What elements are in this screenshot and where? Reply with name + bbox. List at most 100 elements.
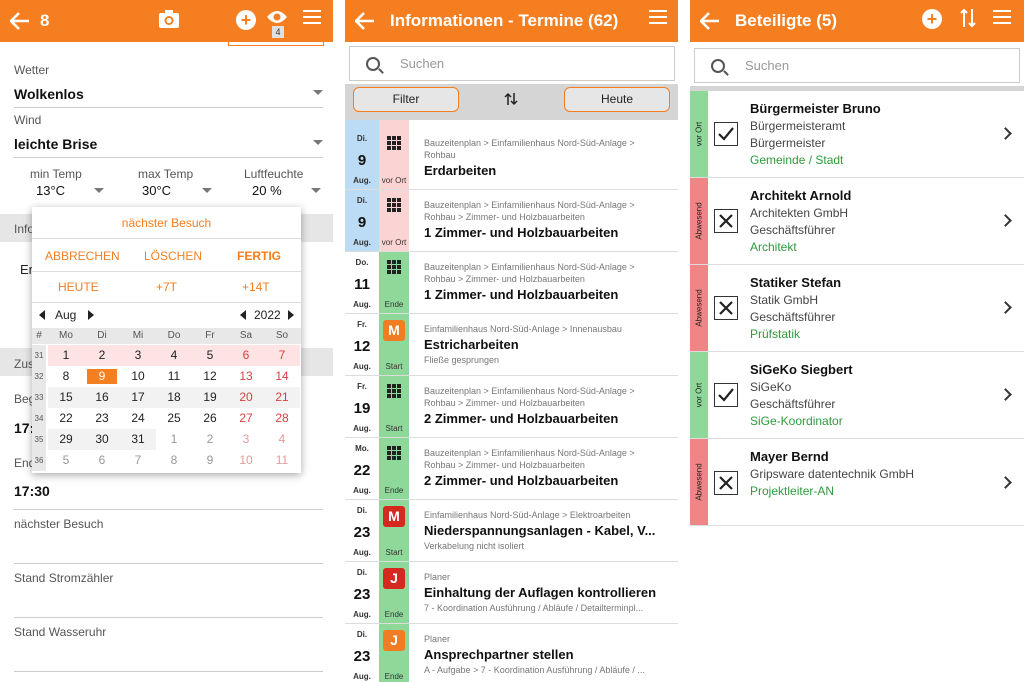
min-temp-value[interactable]: 13°C xyxy=(36,183,65,198)
calendar-day[interactable]: 31 xyxy=(120,429,156,450)
back-arrow-icon[interactable] xyxy=(351,7,379,35)
participant-row[interactable]: Abwesend Statiker Stefan Statik GmbH Geschä… xyxy=(690,265,1024,352)
calendar-day[interactable]: 11 xyxy=(156,366,192,387)
calendar-day[interactable]: 21 xyxy=(264,387,300,408)
calendar-day[interactable]: 1 xyxy=(48,345,84,366)
search-input[interactable]: Suchen xyxy=(694,48,1020,83)
menu-icon[interactable] xyxy=(303,10,321,24)
calendar-day[interactable]: 8 xyxy=(156,450,192,471)
camera-icon[interactable] xyxy=(158,9,180,34)
wind-dropdown-icon[interactable] xyxy=(313,140,323,145)
calendar-day[interactable]: 2 xyxy=(84,345,120,366)
calendar-day[interactable]: 11 xyxy=(264,450,300,471)
appointment-row[interactable]: Di. 23 Aug. J Ende Planer Ansprechpartner stel… xyxy=(345,624,678,682)
calendar-day[interactable]: 8 xyxy=(48,366,84,387)
calendar-day[interactable]: 2 xyxy=(192,429,228,450)
prev-month-icon[interactable] xyxy=(39,310,45,320)
appointment-row[interactable]: Fr. 19 Aug. Start Bauzeitenplan > Einfamilie… xyxy=(345,376,678,438)
back-arrow-icon[interactable] xyxy=(6,7,34,35)
search-input[interactable]: Suchen xyxy=(349,46,675,81)
humidity-value[interactable]: 20 % xyxy=(252,183,282,198)
wind-field[interactable]: Wind leichte Brise xyxy=(14,113,319,152)
appointment-row[interactable]: Fr. 12 Aug. M Start Einfamilienhaus Nord-Süd-… xyxy=(345,314,678,376)
calendar-day[interactable]: 3 xyxy=(228,429,264,450)
min-temp-dropdown-icon[interactable] xyxy=(94,188,104,193)
today-button[interactable]: HEUTE xyxy=(58,280,99,294)
attendance-checkbox[interactable] xyxy=(714,471,738,495)
calendar-day[interactable]: 23 xyxy=(84,408,120,429)
participant-row[interactable]: vor Ort SiGeKo Siegbert SiGeKo Geschäftsfüh… xyxy=(690,352,1024,439)
calendar-day[interactable]: 4 xyxy=(156,345,192,366)
calendar-day[interactable]: 6 xyxy=(228,345,264,366)
appointment-row[interactable]: Di. 23 Aug. J Ende Planer Einhaltung der Aufla… xyxy=(345,562,678,624)
add-participant-icon[interactable]: + xyxy=(922,9,942,29)
calendar-day[interactable]: 15 xyxy=(48,387,84,408)
delete-button[interactable]: LÖSCHEN xyxy=(144,249,202,263)
today-button[interactable]: Heute xyxy=(564,87,670,112)
calendar-day[interactable]: 25 xyxy=(156,408,192,429)
plus-7-days-button[interactable]: +7T xyxy=(156,280,177,294)
attendance-checkbox[interactable] xyxy=(714,296,738,320)
next-month-icon[interactable] xyxy=(88,310,94,320)
appointment-row[interactable]: Do. 11 Aug. Ende Bauzeitenplan > Einfamilien… xyxy=(345,252,678,314)
weather-field[interactable]: Wetter Wolkenlos xyxy=(14,63,319,102)
calendar-day[interactable]: 12 xyxy=(192,366,228,387)
calendar-day[interactable]: 7 xyxy=(120,450,156,471)
menu-icon[interactable] xyxy=(993,10,1011,24)
end-time-value[interactable]: 17:30 xyxy=(14,483,50,499)
sort-icon[interactable] xyxy=(960,8,976,33)
weather-dropdown-icon[interactable] xyxy=(313,90,323,95)
chevron-right-icon[interactable] xyxy=(999,476,1012,489)
humidity-dropdown-icon[interactable] xyxy=(311,188,321,193)
chevron-right-icon[interactable] xyxy=(999,388,1012,401)
calendar-day[interactable]: 10 xyxy=(228,450,264,471)
calendar-day[interactable]: 6 xyxy=(84,450,120,471)
calendar-day[interactable]: 13 xyxy=(228,366,264,387)
plus-14-days-button[interactable]: +14T xyxy=(242,280,270,294)
calendar-day[interactable]: 18 xyxy=(156,387,192,408)
calendar-day[interactable]: 10 xyxy=(120,366,156,387)
calendar-day[interactable]: 1 xyxy=(156,429,192,450)
cancel-button[interactable]: ABBRECHEN xyxy=(45,249,120,263)
attendance-checkbox[interactable] xyxy=(714,383,738,407)
calendar-day[interactable]: 30 xyxy=(84,429,120,450)
prev-year-icon[interactable] xyxy=(240,310,246,320)
attendance-checkbox[interactable] xyxy=(714,209,738,233)
calendar-day[interactable]: 22 xyxy=(48,408,84,429)
participant-row[interactable]: Abwesend Architekt Arnold Architekten GmbH… xyxy=(690,178,1024,265)
participant-row[interactable]: vor Ort Bürgermeister Bruno Bürgermeistera… xyxy=(690,91,1024,178)
add-icon[interactable]: + xyxy=(236,10,256,30)
filter-button[interactable]: Filter xyxy=(353,87,459,112)
appointment-row[interactable]: Di. 9 Aug. vor Ort Bauzeitenplan > Einfamili… xyxy=(345,190,678,252)
calendar-day[interactable]: 5 xyxy=(48,450,84,471)
next-visit-label[interactable]: nächster Besuch xyxy=(14,517,103,531)
calendar-day[interactable]: 28 xyxy=(264,408,300,429)
chevron-right-icon[interactable] xyxy=(999,301,1012,314)
appointment-row[interactable]: Mo. 22 Aug. Ende Bauzeitenplan > Einfamilien… xyxy=(345,438,678,500)
done-button[interactable]: FERTIG xyxy=(237,249,281,263)
calendar-day[interactable]: 9 xyxy=(192,450,228,471)
max-temp-dropdown-icon[interactable] xyxy=(202,188,212,193)
calendar-day[interactable]: 20 xyxy=(228,387,264,408)
attendance-checkbox[interactable] xyxy=(714,122,738,146)
calendar-day[interactable]: 7 xyxy=(264,345,300,366)
calendar-day[interactable]: 26 xyxy=(192,408,228,429)
calendar-day[interactable]: 19 xyxy=(192,387,228,408)
water-meter-label[interactable]: Stand Wasseruhr xyxy=(14,625,106,639)
calendar-day[interactable]: 9 xyxy=(84,366,120,387)
back-arrow-icon[interactable] xyxy=(696,7,724,35)
chevron-right-icon[interactable] xyxy=(999,214,1012,227)
sort-icon[interactable] xyxy=(504,92,518,111)
next-year-icon[interactable] xyxy=(288,310,294,320)
calendar-day[interactable]: 3 xyxy=(120,345,156,366)
electricity-meter-label[interactable]: Stand Stromzähler xyxy=(14,571,113,585)
calendar-day[interactable]: 14 xyxy=(264,366,300,387)
calendar-day[interactable]: 29 xyxy=(48,429,84,450)
calendar-day[interactable]: 16 xyxy=(84,387,120,408)
chevron-right-icon[interactable] xyxy=(999,127,1012,140)
calendar-day[interactable]: 5 xyxy=(192,345,228,366)
calendar-day[interactable]: 17 xyxy=(120,387,156,408)
calendar-day[interactable]: 27 xyxy=(228,408,264,429)
appointment-row[interactable]: Di. 23 Aug. M Start Einfamilienhaus Nord-Süd-… xyxy=(345,500,678,562)
calendar-day[interactable]: 4 xyxy=(264,429,300,450)
